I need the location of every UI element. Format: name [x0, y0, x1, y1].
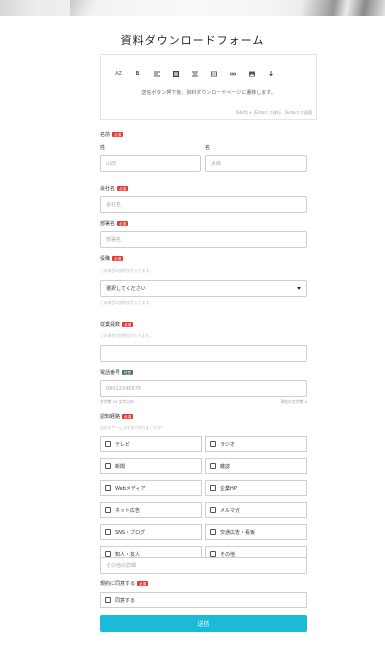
image-icon[interactable] — [242, 70, 261, 78]
checkbox[interactable] — [105, 463, 111, 469]
source-label-text: 認知経路 — [100, 414, 121, 420]
submit-button[interactable]: 送信 — [100, 615, 307, 632]
checkbox[interactable] — [105, 441, 111, 447]
checkbox[interactable] — [105, 507, 111, 513]
required-badge: 必須 — [122, 414, 134, 419]
option-label: Webメディア — [115, 485, 146, 492]
phone-input[interactable]: 09012345678 — [100, 380, 307, 397]
name-label: 名前 必須 — [100, 131, 124, 138]
source-option-magazine[interactable]: 雑誌 — [205, 458, 307, 474]
position-select-value: 選択してください — [106, 286, 146, 292]
option-label: メルマガ — [220, 507, 241, 514]
optional-badge: 任意 — [122, 370, 134, 375]
table-icon[interactable] — [204, 70, 223, 78]
option-label: 雑誌 — [220, 463, 231, 470]
source-option-transit-ads[interactable]: 交通広告・看板 — [205, 524, 307, 540]
rich-text-editor[interactable]: AZ B 送信ボタン押下後、資料ダウンロードページに遷移します。 [Shift]… — [100, 54, 317, 120]
source-option-sns[interactable]: SNS・ブログ — [100, 524, 202, 540]
source-option-corporate-site[interactable]: 企業HP — [205, 480, 307, 496]
editor-toolbar: AZ B — [109, 70, 280, 78]
option-label: テレビ — [115, 441, 131, 448]
option-label: ラジオ — [220, 441, 235, 448]
checkbox[interactable] — [210, 463, 216, 469]
department-input[interactable]: 部署名 — [100, 231, 307, 248]
checkbox[interactable] — [210, 485, 216, 491]
agree-checkbox-row[interactable]: 同意する — [100, 592, 307, 608]
position-label: 役職 必須 — [100, 255, 124, 262]
required-badge: 必須 — [117, 221, 129, 226]
required-badge: 必須 — [112, 256, 124, 261]
source-option-newsletter[interactable]: メルマガ — [205, 502, 307, 518]
position-select[interactable]: 選択してください — [100, 280, 307, 297]
font-size-icon[interactable]: AZ — [109, 70, 128, 78]
checkbox[interactable] — [105, 529, 111, 535]
page-title: 資料ダウンロードフォーム — [120, 34, 265, 47]
chevron-down-icon — [297, 287, 301, 290]
name-label-text: 名前 — [100, 132, 111, 138]
option-label: 同意する — [115, 597, 136, 604]
employees-input[interactable] — [100, 345, 307, 362]
editor-content[interactable]: 送信ボタン押下後、資料ダウンロードページに遷移します。 — [101, 89, 316, 96]
employees-help: この項目の説明文が入ります。 — [100, 333, 153, 338]
option-label: ネット広告 — [115, 507, 141, 514]
company-label-text: 会社名 — [100, 186, 116, 192]
checkbox[interactable] — [210, 529, 216, 535]
company-label: 会社名 必須 — [100, 185, 129, 192]
source-option-web-ads[interactable]: ネット広告 — [100, 502, 202, 518]
source-other-input[interactable]: その他の詳細 — [100, 557, 307, 574]
position-label-text: 役職 — [100, 256, 111, 262]
required-badge: 必須 — [112, 132, 124, 137]
source-option-radio[interactable]: ラジオ — [205, 436, 307, 452]
option-label: 企業HP — [220, 485, 237, 492]
link-icon[interactable] — [223, 70, 242, 78]
option-label: 交通広告・看板 — [220, 529, 256, 536]
bold-icon[interactable]: B — [128, 70, 147, 78]
source-help: 当社のサービスを何で知りましたか？ — [100, 425, 165, 430]
heading-icon[interactable] — [166, 70, 185, 78]
required-badge: 必須 — [137, 581, 149, 586]
phone-count-note: 現在の文字数 0 — [280, 399, 307, 404]
source-option-newspaper[interactable]: 新聞 — [100, 458, 202, 474]
employees-label-text: 従業員数 — [100, 322, 121, 328]
phone-label: 電話番号 任意 — [100, 369, 134, 376]
phone-label-text: 電話番号 — [100, 370, 121, 376]
required-badge: 必須 — [122, 322, 134, 327]
department-label: 部署名 必須 — [100, 220, 129, 227]
checkbox[interactable] — [105, 485, 111, 491]
position-help-2: この項目の説明文が入ります。 — [100, 300, 153, 305]
employees-label: 従業員数 必須 — [100, 321, 134, 328]
last-name-label: 姓 — [100, 145, 106, 151]
source-label: 認知経路 必須 — [100, 413, 134, 420]
department-label-text: 部署名 — [100, 221, 116, 227]
checkbox[interactable] — [105, 597, 111, 603]
checkbox[interactable] — [210, 507, 216, 513]
last-name-input[interactable]: 山田 — [100, 155, 201, 172]
first-name-label: 名 — [205, 145, 211, 151]
source-option-tv[interactable]: テレビ — [100, 436, 202, 452]
phone-length-note: 文字数 20 文字以内 — [100, 399, 134, 404]
align-left-icon[interactable] — [147, 70, 166, 78]
option-label: 新聞 — [115, 463, 126, 470]
option-label: SNS・ブログ — [115, 529, 146, 536]
source-option-web-media[interactable]: Webメディア — [100, 480, 202, 496]
header-banner-image — [0, 0, 385, 16]
position-help: この項目の説明文が入ります。 — [100, 268, 153, 273]
agree-label-text: 規約に同意する — [100, 581, 136, 587]
agree-label: 規約に同意する 必須 — [100, 580, 149, 587]
align-center-icon[interactable] — [185, 70, 204, 78]
download-icon[interactable] — [261, 70, 280, 78]
first-name-input[interactable]: 太郎 — [205, 155, 307, 172]
required-badge: 必須 — [117, 186, 129, 191]
editor-hint: [Shift] + [Enter] で改行、[Enter] で段落 — [235, 110, 312, 115]
company-input[interactable]: 会社名 — [100, 196, 307, 213]
checkbox[interactable] — [210, 441, 216, 447]
